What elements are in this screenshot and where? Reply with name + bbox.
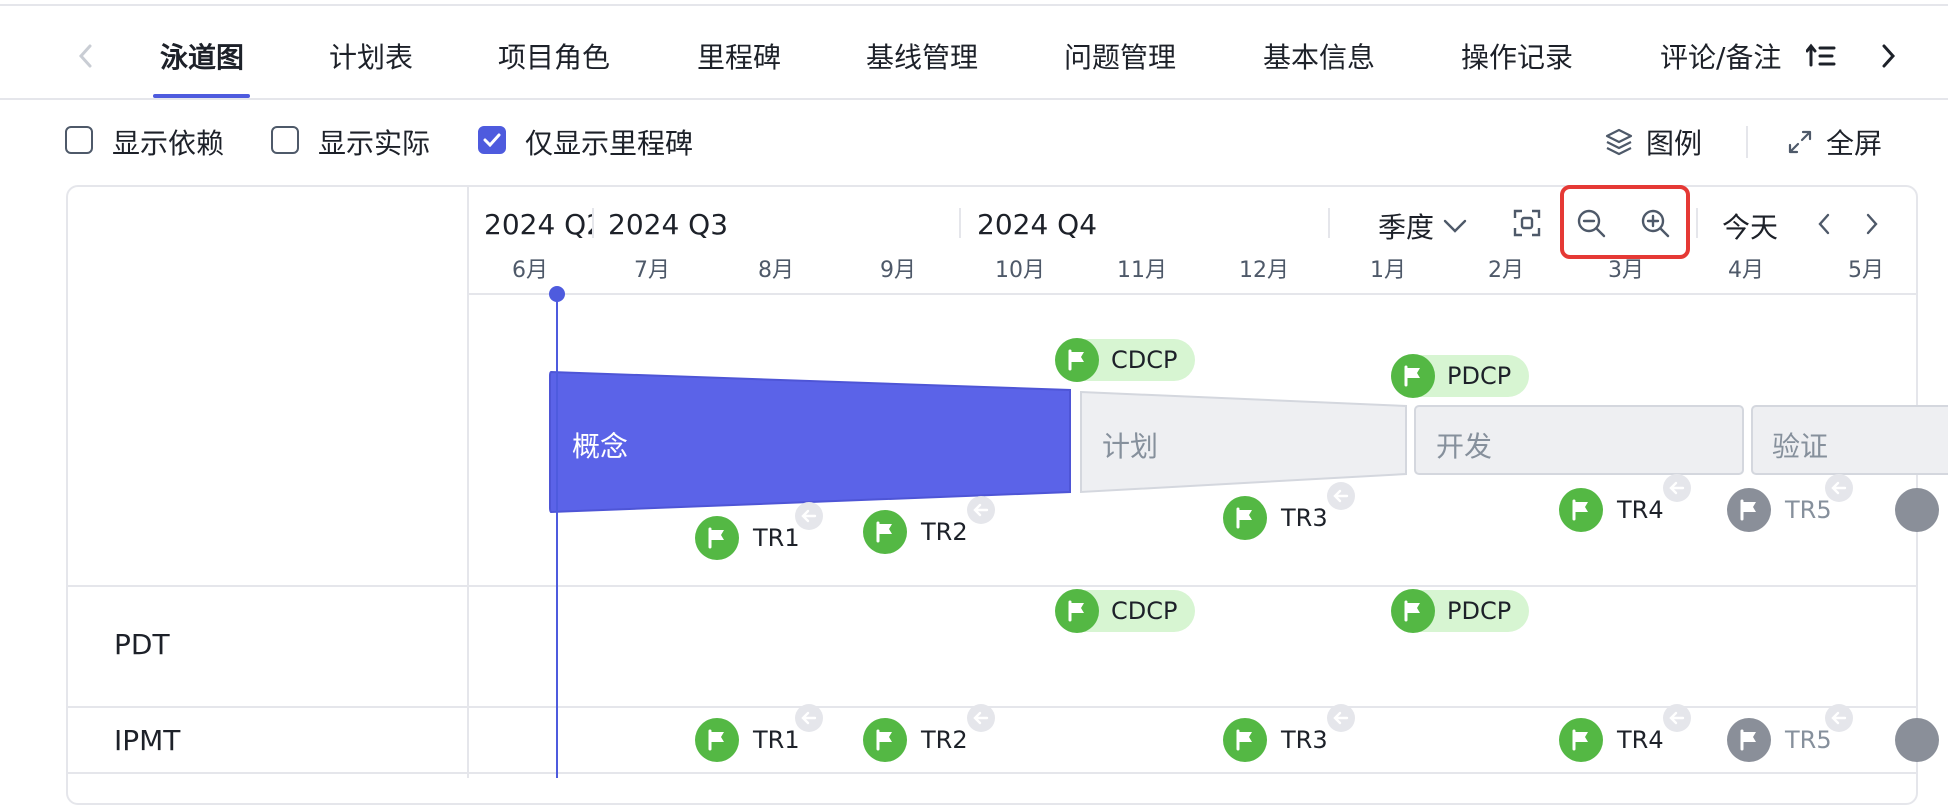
milestone-tr5[interactable]: TR5 [1727,474,1853,532]
arrow-left-icon [1663,474,1691,502]
arrow-left-icon [967,496,995,524]
arrow-left-icon [795,502,823,530]
milestone-label: PDCP [1447,597,1512,625]
ipmt-milestone-tr1[interactable]: TR1 [695,704,823,762]
arrow-left-icon [1327,704,1355,732]
arrow-left-icon [1825,474,1853,502]
pdt-milestone-pdcp[interactable]: PDCP [1391,589,1530,633]
arrow-left-icon [967,704,995,732]
flag-icon [1391,354,1435,398]
milestone-tr1[interactable]: TR1 [695,502,823,560]
milestone-label: TR2 [921,518,968,546]
milestone-label: PDCP [1447,362,1512,390]
phase-verify[interactable]: 验证 [1752,412,1828,478]
milestone-label: TR5 [1785,496,1832,524]
phase-plan-label: 计划 [1102,430,1159,463]
phase-develop-label: 开发 [1436,430,1493,463]
milestone-cdcp[interactable]: CDCP [1055,338,1196,382]
flag-icon [1727,488,1771,532]
milestone-label: TR4 [1617,726,1664,754]
arrow-left-icon [795,704,823,732]
flag-icon [1559,488,1603,532]
flag-icon [1559,718,1603,762]
flag-icon [1727,718,1771,762]
today-marker [549,286,565,302]
flag-icon [1223,496,1267,540]
milestone-tr3[interactable]: TR3 [1223,482,1355,540]
ipmt-milestone-tr2[interactable]: TR2 [863,704,995,762]
flag-icon [1223,718,1267,762]
phase-verify-label: 验证 [1772,430,1829,463]
ipmt-milestone-tr3[interactable]: TR3 [1223,704,1355,762]
today-line [556,293,558,778]
milestone-label: TR3 [1281,504,1328,532]
milestone-label: TR3 [1281,726,1328,754]
ipmt-milestone-tr5[interactable]: TR5 [1727,704,1853,762]
flag-icon [1391,589,1435,633]
phase-concept[interactable]: 概念 [552,412,628,478]
ipmt-milestone-tr4[interactable]: TR4 [1559,704,1691,762]
milestone-label: TR1 [753,726,800,754]
ipmt-milestone-partial[interactable] [1895,718,1939,762]
flag-icon [695,718,739,762]
phase-develop[interactable]: 开发 [1416,412,1492,478]
phase-plan[interactable]: 计划 [1082,412,1158,478]
flag-icon [1895,488,1939,532]
milestone-label: CDCP [1111,346,1178,374]
arrow-left-icon [1663,704,1691,732]
phase-concept-label: 概念 [572,430,629,463]
flag-icon [1895,718,1939,762]
arrow-left-icon [1327,482,1355,510]
milestone-partial[interactable] [1895,488,1939,532]
arrow-left-icon [1825,704,1853,732]
row-label-pdt: PDT [114,628,170,661]
flag-icon [863,718,907,762]
milestone-tr4[interactable]: TR4 [1559,474,1691,532]
phase-shapes [549,370,1948,514]
flag-icon [863,510,907,554]
flag-icon [1055,589,1099,633]
milestone-label: TR1 [753,524,800,552]
milestone-pdcp[interactable]: PDCP [1391,354,1530,398]
milestone-label: CDCP [1111,597,1178,625]
flag-icon [695,516,739,560]
milestone-tr2[interactable]: TR2 [863,496,995,554]
flag-icon [1055,338,1099,382]
pdt-milestone-cdcp[interactable]: CDCP [1055,589,1196,633]
milestone-label: TR4 [1617,496,1664,524]
row-label-ipmt: IPMT [114,724,181,757]
milestone-label: TR2 [921,726,968,754]
milestone-label: TR5 [1785,726,1832,754]
